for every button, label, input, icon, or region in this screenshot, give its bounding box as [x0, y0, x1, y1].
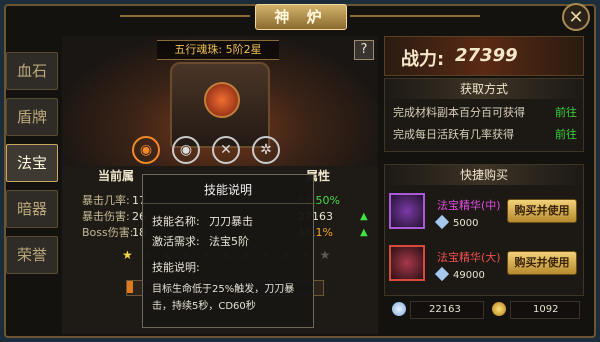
source-row: 完成每日活跃有几率获得 前往 [393, 127, 577, 143]
diamond-icon [434, 214, 450, 230]
currency-bar: 22163 1092 [384, 298, 584, 322]
tooltip-title: 技能说明 [203, 183, 252, 197]
window-title: 神 炉 [255, 4, 347, 30]
orb-level-label: 五行魂珠: 5阶2星 [157, 40, 279, 60]
gold-balance: 1092 [510, 301, 580, 319]
furnace-core-icon [204, 82, 240, 118]
skill-req-value: 法宝5阶 [209, 235, 249, 248]
shop-item: 法宝精华(大) 49000 购买并使用 [389, 243, 581, 289]
tab-bloodstone[interactable]: 血石 [6, 52, 58, 90]
attr-label: 暴击伤害: [82, 210, 130, 223]
title-ornament-right [350, 15, 480, 17]
tab-shield[interactable]: 盾牌 [6, 98, 58, 136]
element-orbs: ◉ ◉ ✕ ✲ [132, 132, 332, 166]
wind-orb-icon[interactable]: ✕ [212, 136, 240, 164]
tab-honor[interactable]: 荣誉 [6, 236, 58, 274]
fire-orb-icon[interactable]: ◉ [132, 136, 160, 164]
attr-label: 暴击几率: [82, 194, 130, 207]
treasure-essence-large-icon[interactable] [389, 245, 425, 281]
sidebar: 血石 盾牌 法宝 暗器 荣誉 [6, 52, 58, 282]
goto-link[interactable]: 前往 [555, 127, 577, 143]
treasure-essence-medium-icon[interactable] [389, 193, 425, 229]
increase-arrow-icon: ▲ [360, 211, 368, 222]
source-row: 完成材料副本百分百可获得 前往 [393, 105, 577, 121]
sources-section: 获取方式 完成材料副本百分百可获得 前往 完成每日活跃有几率获得 前往 [384, 78, 584, 152]
furnace-stage: 五行魂珠: 5阶2星 ? ◉ ◉ ✕ ✲ [62, 36, 378, 166]
help-button[interactable]: ? [354, 40, 374, 60]
wood-orb-icon[interactable]: ✲ [252, 136, 280, 164]
skill-name-label: 技能名称: [152, 215, 200, 228]
sources-header: 获取方式 [385, 79, 583, 99]
skill-name-value: 刀刀暴击 [209, 215, 253, 228]
diamond-icon [434, 266, 450, 282]
buy-and-use-button[interactable]: 购买并使用 [507, 199, 577, 223]
buy-and-use-button[interactable]: 购买并使用 [507, 251, 577, 275]
item-price: 49000 [434, 266, 485, 282]
attr-label: Boss伤害: [82, 226, 134, 239]
current-attr-header: 当前属 [98, 169, 135, 183]
right-panel: 战力: 27399 获取方式 完成材料副本百分百可获得 前往 完成每日活跃有几率… [384, 36, 584, 334]
skill-tooltip: 技能说明 技能名称: 刀刀暴击 激活需求: 法宝5阶 技能说明: 目标生命低于2… [142, 174, 314, 328]
item-price: 5000 [434, 214, 478, 230]
combat-power-label: 战力: [401, 49, 445, 70]
diamond-balance: 22163 [410, 301, 484, 319]
combat-power-value: 27399 [455, 45, 518, 66]
diamond-icon [392, 302, 406, 316]
tab-treasure[interactable]: 法宝 [6, 144, 58, 182]
item-name: 法宝精华(大) [437, 251, 501, 264]
title-ornament-left [120, 15, 250, 17]
increase-arrow-icon: ▲ [360, 227, 368, 238]
quick-buy-section: 快捷购买 法宝精华(中) 5000 购买并使用 法宝精华(大) 49000 购买… [384, 164, 584, 296]
star-progress-fill [127, 281, 133, 293]
combat-power: 战力: 27399 [384, 36, 584, 76]
title-bar: 神 炉 ✕ [0, 0, 600, 34]
goto-link[interactable]: 前往 [555, 105, 577, 121]
item-name: 法宝精华(中) [437, 199, 501, 212]
quick-buy-header: 快捷购买 [385, 165, 583, 185]
source-text: 完成每日活跃有几率获得 [393, 128, 514, 141]
water-orb-icon[interactable]: ◉ [172, 136, 200, 164]
close-icon[interactable]: ✕ [562, 3, 590, 31]
skill-desc-text: 目标生命低于25%触发，刀刀暴击，持续5秒，CD60秒 [152, 284, 295, 312]
shop-item: 法宝精华(中) 5000 购买并使用 [389, 191, 581, 237]
tab-hidden-weapon[interactable]: 暗器 [6, 190, 58, 228]
source-text: 完成材料副本百分百可获得 [393, 106, 525, 119]
tooltip-divider [143, 203, 313, 204]
skill-req-label: 激活需求: [152, 235, 200, 248]
star-icon: ★ [122, 248, 142, 262]
skill-desc-label: 技能说明: [152, 261, 200, 274]
gold-coin-icon [492, 302, 506, 316]
